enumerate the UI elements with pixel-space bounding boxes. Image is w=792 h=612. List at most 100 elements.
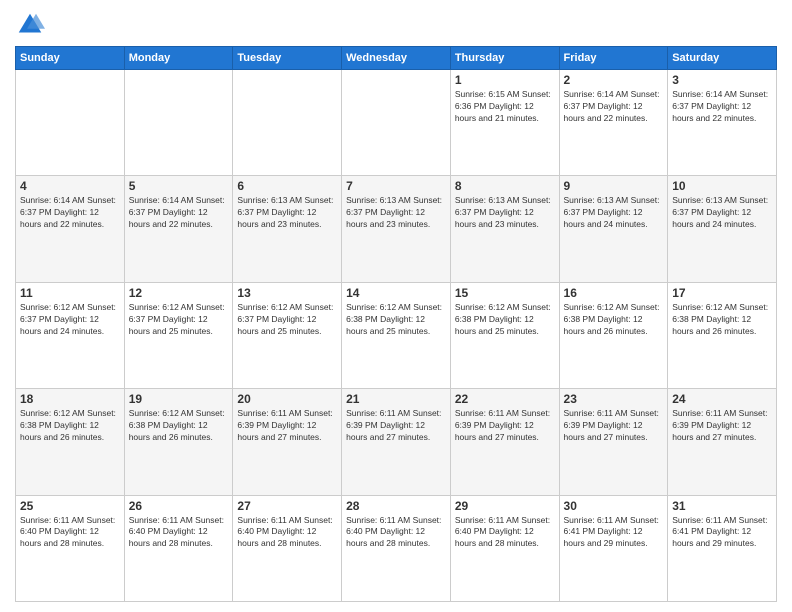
weekday-header: Friday <box>559 47 668 70</box>
header <box>15 10 777 40</box>
day-number: 15 <box>455 286 555 300</box>
calendar-cell: 18Sunrise: 6:12 AM Sunset: 6:38 PM Dayli… <box>16 389 125 495</box>
weekday-header: Sunday <box>16 47 125 70</box>
calendar-cell <box>16 70 125 176</box>
calendar-week-row: 11 Sunrise: 6:12 AM Sunset: 6:37 PM Dayli… <box>16 282 777 388</box>
logo <box>15 10 49 40</box>
day-info: Sunrise: 6:11 AM Sunset: 6:40 PM Dayligh… <box>237 515 337 551</box>
calendar-cell: 17 Sunrise: 6:12 AM Sunset: 6:38 PM Dayli… <box>668 282 777 388</box>
day-info: Sunrise: 6:11 AM Sunset: 6:40 PM Dayligh… <box>346 515 446 551</box>
day-number: 17 <box>672 286 772 300</box>
day-number: 7 <box>346 179 446 193</box>
calendar-cell: 19 Sunrise: 6:12 AM Sunset: 6:38 PM Dayli… <box>124 389 233 495</box>
calendar-week-row: 25 Sunrise: 6:11 AM Sunset: 6:40 PM Dayli… <box>16 495 777 601</box>
calendar-cell: 2Sunrise: 6:14 AM Sunset: 6:37 PM Daylig… <box>559 70 668 176</box>
day-number: 2 <box>564 73 664 87</box>
day-info: Sunrise: 6:13 AM Sunset: 6:37 PM Dayligh… <box>455 195 555 231</box>
calendar-cell: 15 Sunrise: 6:12 AM Sunset: 6:38 PM Dayli… <box>450 282 559 388</box>
weekday-header: Thursday <box>450 47 559 70</box>
day-number: 25 <box>20 499 120 513</box>
day-info: Sunrise: 6:12 AM Sunset: 6:37 PM Dayligh… <box>129 302 229 338</box>
calendar-cell: 27 Sunrise: 6:11 AM Sunset: 6:40 PM Dayli… <box>233 495 342 601</box>
calendar-cell: 21Sunrise: 6:11 AM Sunset: 6:39 PM Dayli… <box>342 389 451 495</box>
calendar-cell: 5 Sunrise: 6:14 AM Sunset: 6:37 PM Daylig… <box>124 176 233 282</box>
calendar-cell: 7 Sunrise: 6:13 AM Sunset: 6:37 PM Daylig… <box>342 176 451 282</box>
day-info: Sunrise: 6:12 AM Sunset: 6:37 PM Dayligh… <box>237 302 337 338</box>
day-info: Sunrise: 6:12 AM Sunset: 6:38 PM Dayligh… <box>129 408 229 444</box>
day-number: 11 <box>20 286 120 300</box>
day-number: 10 <box>672 179 772 193</box>
day-number: 12 <box>129 286 229 300</box>
day-info: Sunrise: 6:11 AM Sunset: 6:40 PM Dayligh… <box>129 515 229 551</box>
calendar-cell <box>124 70 233 176</box>
calendar-cell: 9 Sunrise: 6:13 AM Sunset: 6:37 PM Daylig… <box>559 176 668 282</box>
day-info: Sunrise: 6:14 AM Sunset: 6:37 PM Dayligh… <box>672 89 772 125</box>
calendar-cell: 20Sunrise: 6:11 AM Sunset: 6:39 PM Dayli… <box>233 389 342 495</box>
weekday-header: Tuesday <box>233 47 342 70</box>
calendar-cell: 1 Sunrise: 6:15 AM Sunset: 6:36 PM Daylig… <box>450 70 559 176</box>
calendar-cell: 6 Sunrise: 6:13 AM Sunset: 6:37 PM Daylig… <box>233 176 342 282</box>
calendar-cell: 11 Sunrise: 6:12 AM Sunset: 6:37 PM Dayli… <box>16 282 125 388</box>
calendar-table: SundayMondayTuesdayWednesdayThursdayFrid… <box>15 46 777 602</box>
day-info: Sunrise: 6:11 AM Sunset: 6:40 PM Dayligh… <box>455 515 555 551</box>
day-number: 20 <box>237 392 337 406</box>
day-number: 1 <box>455 73 555 87</box>
day-info: Sunrise: 6:14 AM Sunset: 6:37 PM Dayligh… <box>129 195 229 231</box>
calendar-cell <box>342 70 451 176</box>
day-info: Sunrise: 6:13 AM Sunset: 6:37 PM Dayligh… <box>564 195 664 231</box>
calendar-cell: 3 Sunrise: 6:14 AM Sunset: 6:37 PM Daylig… <box>668 70 777 176</box>
calendar-cell: 10 Sunrise: 6:13 AM Sunset: 6:37 PM Dayli… <box>668 176 777 282</box>
day-info: Sunrise: 6:12 AM Sunset: 6:37 PM Dayligh… <box>20 302 120 338</box>
calendar-week-row: 1 Sunrise: 6:15 AM Sunset: 6:36 PM Daylig… <box>16 70 777 176</box>
calendar-cell: 30 Sunrise: 6:11 AM Sunset: 6:41 PM Dayli… <box>559 495 668 601</box>
calendar-cell: 8 Sunrise: 6:13 AM Sunset: 6:37 PM Daylig… <box>450 176 559 282</box>
weekday-header: Monday <box>124 47 233 70</box>
weekday-header: Wednesday <box>342 47 451 70</box>
day-info: Sunrise: 6:11 AM Sunset: 6:40 PM Dayligh… <box>20 515 120 551</box>
day-number: 9 <box>564 179 664 193</box>
day-info: Sunrise: 6:11 AM Sunset: 6:39 PM Dayligh… <box>455 408 555 444</box>
day-info: Sunrise: 6:12 AM Sunset: 6:38 PM Dayligh… <box>346 302 446 338</box>
day-number: 14 <box>346 286 446 300</box>
day-info: Sunrise: 6:11 AM Sunset: 6:41 PM Dayligh… <box>564 515 664 551</box>
day-info: Sunrise: 6:12 AM Sunset: 6:38 PM Dayligh… <box>455 302 555 338</box>
day-number: 5 <box>129 179 229 193</box>
day-number: 23 <box>564 392 664 406</box>
day-number: 29 <box>455 499 555 513</box>
day-number: 22 <box>455 392 555 406</box>
calendar-cell <box>233 70 342 176</box>
day-number: 6 <box>237 179 337 193</box>
day-number: 3 <box>672 73 772 87</box>
day-info: Sunrise: 6:11 AM Sunset: 6:39 PM Dayligh… <box>346 408 446 444</box>
day-info: Sunrise: 6:13 AM Sunset: 6:37 PM Dayligh… <box>346 195 446 231</box>
day-number: 24 <box>672 392 772 406</box>
day-info: Sunrise: 6:15 AM Sunset: 6:36 PM Dayligh… <box>455 89 555 125</box>
calendar-cell: 13Sunrise: 6:12 AM Sunset: 6:37 PM Dayli… <box>233 282 342 388</box>
calendar-cell: 31Sunrise: 6:11 AM Sunset: 6:41 PM Dayli… <box>668 495 777 601</box>
day-info: Sunrise: 6:13 AM Sunset: 6:37 PM Dayligh… <box>672 195 772 231</box>
calendar-cell: 22 Sunrise: 6:11 AM Sunset: 6:39 PM Dayli… <box>450 389 559 495</box>
calendar-cell: 12 Sunrise: 6:12 AM Sunset: 6:37 PM Dayli… <box>124 282 233 388</box>
day-number: 28 <box>346 499 446 513</box>
calendar-cell: 29 Sunrise: 6:11 AM Sunset: 6:40 PM Dayli… <box>450 495 559 601</box>
calendar-cell: 28 Sunrise: 6:11 AM Sunset: 6:40 PM Dayli… <box>342 495 451 601</box>
day-info: Sunrise: 6:11 AM Sunset: 6:39 PM Dayligh… <box>672 408 772 444</box>
day-number: 30 <box>564 499 664 513</box>
day-info: Sunrise: 6:12 AM Sunset: 6:38 PM Dayligh… <box>672 302 772 338</box>
calendar-cell: 26 Sunrise: 6:11 AM Sunset: 6:40 PM Dayli… <box>124 495 233 601</box>
day-info: Sunrise: 6:14 AM Sunset: 6:37 PM Dayligh… <box>20 195 120 231</box>
day-info: Sunrise: 6:12 AM Sunset: 6:38 PM Dayligh… <box>564 302 664 338</box>
day-number: 4 <box>20 179 120 193</box>
calendar-cell: 4 Sunrise: 6:14 AM Sunset: 6:37 PM Daylig… <box>16 176 125 282</box>
calendar-cell: 14 Sunrise: 6:12 AM Sunset: 6:38 PM Dayli… <box>342 282 451 388</box>
day-info: Sunrise: 6:13 AM Sunset: 6:37 PM Dayligh… <box>237 195 337 231</box>
calendar-cell: 16Sunrise: 6:12 AM Sunset: 6:38 PM Dayli… <box>559 282 668 388</box>
day-number: 19 <box>129 392 229 406</box>
day-number: 8 <box>455 179 555 193</box>
day-info: Sunrise: 6:11 AM Sunset: 6:39 PM Dayligh… <box>564 408 664 444</box>
day-number: 26 <box>129 499 229 513</box>
day-number: 27 <box>237 499 337 513</box>
calendar-cell: 23 Sunrise: 6:11 AM Sunset: 6:39 PM Dayli… <box>559 389 668 495</box>
day-number: 18 <box>20 392 120 406</box>
weekday-header: Saturday <box>668 47 777 70</box>
